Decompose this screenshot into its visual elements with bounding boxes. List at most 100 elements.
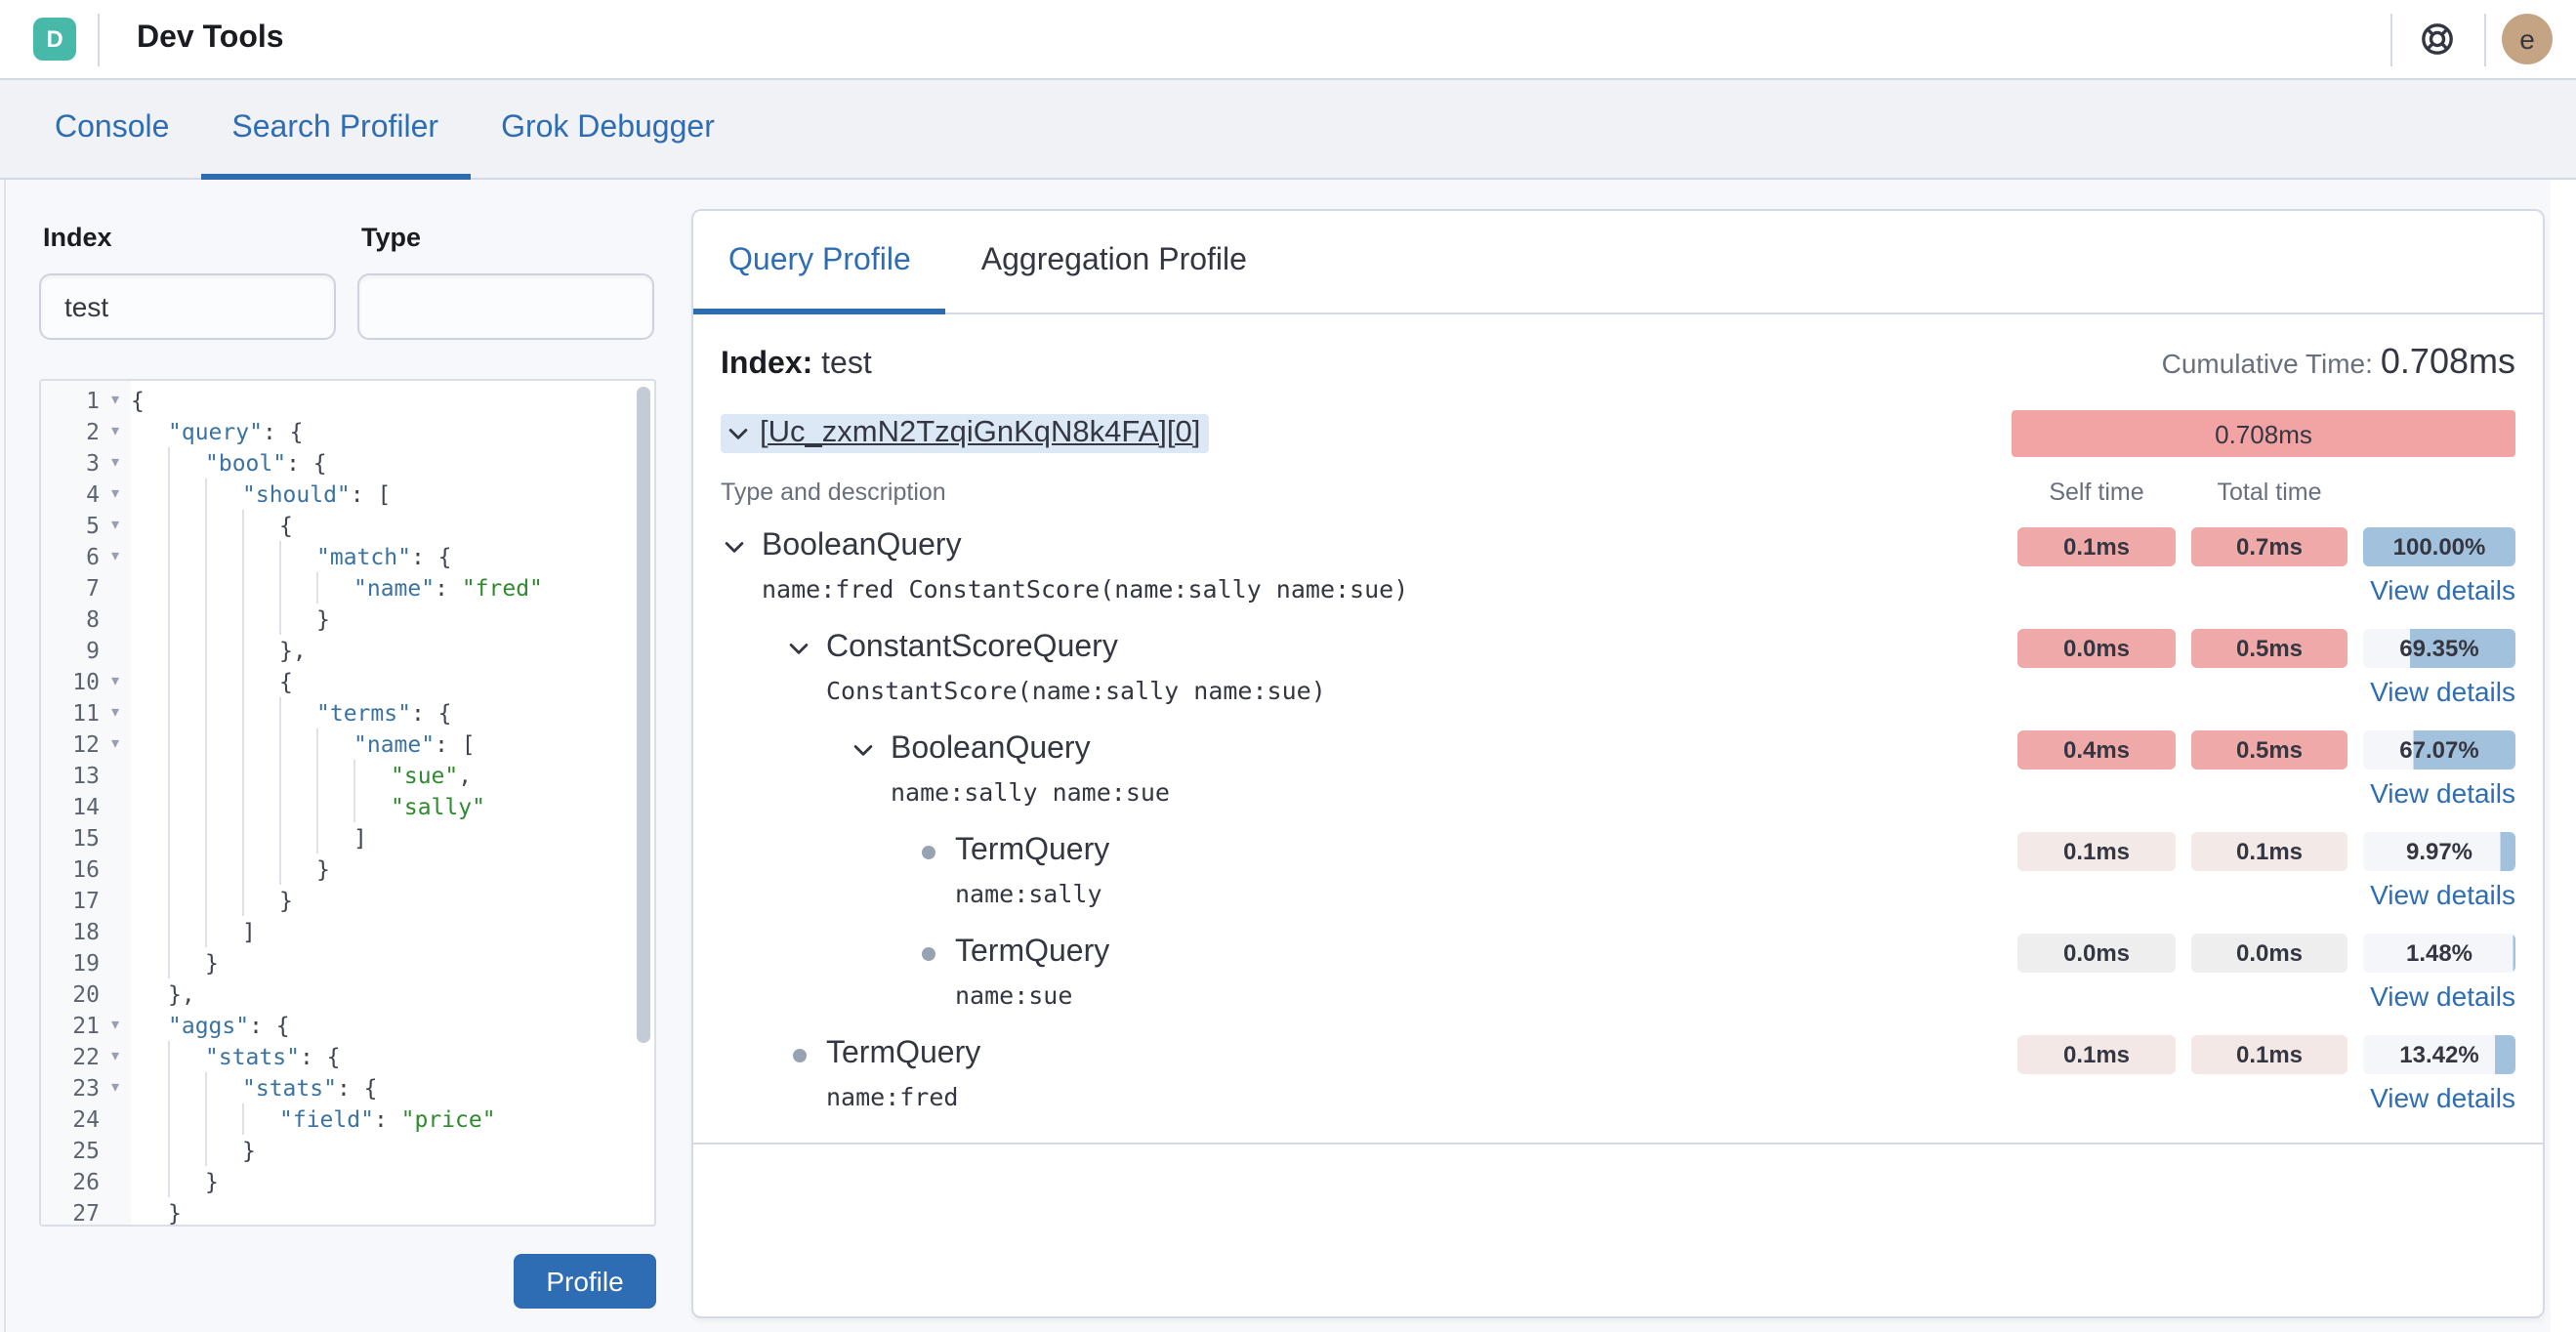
- main-tab-grok-debugger[interactable]: Grok Debugger: [470, 80, 746, 178]
- line-number: 8: [86, 605, 100, 633]
- query-description: ConstantScore(name:sally name:sue): [826, 676, 1326, 705]
- code-content: },: [131, 635, 654, 666]
- fold-arrow-icon[interactable]: ▾: [100, 447, 131, 479]
- editor-scrollbar[interactable]: [637, 387, 650, 1043]
- total-time-badge: 0.7ms: [2191, 527, 2347, 566]
- json-punct: {: [279, 512, 293, 539]
- main-tab-search-profiler[interactable]: Search Profiler: [200, 80, 470, 180]
- indent-guide: [205, 666, 242, 697]
- json-string: "price": [400, 1105, 496, 1133]
- query-title-line: TermQuery: [785, 1033, 2017, 1076]
- profile-button[interactable]: Profile: [514, 1254, 656, 1309]
- code-content: ]: [131, 916, 654, 947]
- code-content: "sally": [131, 791, 654, 822]
- line-number: 7: [86, 574, 100, 602]
- line-number: 19: [72, 949, 100, 977]
- line-number: 24: [72, 1105, 100, 1133]
- view-details-link[interactable]: View details: [2370, 676, 2515, 707]
- profile-tab-query-profile[interactable]: Query Profile: [693, 211, 947, 314]
- index-input[interactable]: [39, 273, 336, 340]
- fold-arrow-icon[interactable]: ▾: [100, 385, 131, 416]
- json-punct: : {: [262, 418, 304, 445]
- indent-guide: [168, 510, 205, 541]
- json-punct: : {: [286, 449, 327, 477]
- fold-arrow-icon[interactable]: ▾: [100, 416, 131, 447]
- fold-arrow-icon[interactable]: ▾: [100, 728, 131, 760]
- query-type: TermQuery: [955, 936, 1110, 969]
- code-content: "stats": {: [131, 1072, 654, 1103]
- code-content: "query": {: [131, 416, 654, 447]
- query-title-line: TermQuery: [914, 830, 2017, 873]
- fold-arrow-icon[interactable]: ▾: [100, 666, 131, 697]
- fold-arrow-icon[interactable]: ▾: [100, 510, 131, 541]
- view-details-link[interactable]: View details: [2370, 980, 2515, 1012]
- chevron-down-icon[interactable]: [785, 635, 812, 662]
- header-divider: [2484, 14, 2486, 66]
- chevron-down-icon[interactable]: [721, 533, 748, 561]
- view-details-link[interactable]: View details: [2370, 777, 2515, 809]
- total-time-badge: 0.5ms: [2191, 730, 2347, 770]
- fold-arrow-icon[interactable]: ▾: [100, 1072, 131, 1103]
- indent-guide: [168, 1041, 205, 1072]
- main-tabs: Console Search Profiler Grok Debugger: [0, 80, 2576, 180]
- line-number: 26: [72, 1168, 100, 1195]
- editor-line: 10 ▾ {: [41, 666, 654, 697]
- indent-guide: [279, 728, 316, 760]
- profile-tab-aggregation-profile[interactable]: Aggregation Profile: [946, 211, 1282, 312]
- query-editor[interactable]: 1 ▾{2 ▾ "query": {3 ▾ "bool": {4 ▾ "should": [5…: [39, 379, 656, 1227]
- query-row-timings: 0.4ms 0.5ms 67.07% View details: [2017, 728, 2515, 814]
- dev-tools-logo[interactable]: D: [33, 18, 76, 61]
- type-input[interactable]: [357, 273, 654, 340]
- logo-letter: D: [46, 25, 63, 53]
- indent-guide: [353, 791, 391, 822]
- fold-arrow-icon[interactable]: ▾: [100, 541, 131, 572]
- view-details-link[interactable]: View details: [2370, 574, 2515, 605]
- shard-link-wrap: [Uc_zxmN2TzqiGnKqN8k4FA][0]: [721, 414, 1209, 453]
- indent-guide: [168, 853, 205, 885]
- help-icon[interactable]: [2420, 21, 2455, 57]
- fold-arrow-icon[interactable]: ▾: [100, 479, 131, 510]
- query-row-timings: 0.1ms 0.1ms 13.42% View details: [2017, 1033, 2515, 1119]
- view-details-link[interactable]: View details: [2370, 879, 2515, 910]
- editor-line: 16}: [41, 853, 654, 885]
- view-details: View details: [2017, 771, 2515, 814]
- query-description: name:fred: [826, 1082, 959, 1111]
- main-tab-console[interactable]: Console: [23, 80, 200, 178]
- page-scrollbar-gutter: [2551, 80, 2576, 1332]
- avatar[interactable]: e: [2502, 14, 2553, 64]
- column-total-label: Total time: [2217, 479, 2322, 506]
- indent-guide: [205, 479, 242, 510]
- view-details-link[interactable]: View details: [2370, 1082, 2515, 1113]
- indent-guide: [168, 791, 205, 822]
- fold-arrow-icon[interactable]: ▾: [100, 1010, 131, 1041]
- indent-guide: [353, 760, 391, 791]
- editor-line: 9},: [41, 635, 654, 666]
- chevron-down-icon[interactable]: [725, 420, 752, 447]
- self-time-badge: 0.4ms: [2017, 730, 2176, 770]
- editor-line: 19}: [41, 947, 654, 978]
- code-content: }: [131, 1166, 654, 1197]
- line-number: 20: [72, 980, 100, 1008]
- indent-guide: [168, 635, 205, 666]
- fold-arrow-icon[interactable]: ▾: [100, 697, 131, 728]
- view-details: View details: [2017, 670, 2515, 713]
- code-content: ]: [131, 822, 654, 853]
- indent-guide: [242, 510, 279, 541]
- shard-link[interactable]: [Uc_zxmN2TzqiGnKqN8k4FA][0]: [760, 416, 1200, 451]
- query-row-termquery: TermQuery name:sally 0.1ms 0.1ms 9.97% View d…: [721, 830, 2515, 916]
- indent-guide: [168, 822, 205, 853]
- line-number: 5: [86, 512, 100, 539]
- fold-arrow-icon[interactable]: ▾: [100, 1041, 131, 1072]
- chevron-down-icon[interactable]: [850, 736, 877, 764]
